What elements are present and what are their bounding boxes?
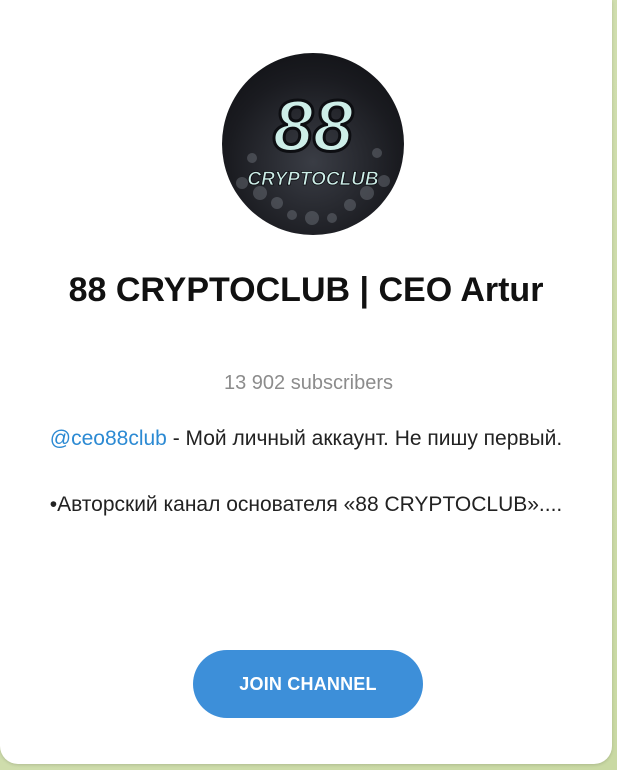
club-logo-icon: 88 CRYPTOCLUB [236,86,390,225]
logo-brand-text: CRYPTOCLUB [247,169,379,190]
join-channel-button[interactable]: JOIN CHANNEL [193,650,423,718]
channel-title: 88 CRYPTOCLUB | CEO Artur [68,271,544,309]
logo-number: 88 [273,87,353,167]
subscriber-count: 13 902 subscribers [224,372,393,394]
channel-description: @ceo88club - Мой личный аккаунт. Не пишу… [40,422,572,521]
author-handle-link[interactable]: @ceo88club [50,427,167,450]
description-line-1: @ceo88club - Мой личный аккаунт. Не пишу… [40,422,572,455]
description-line-2: •Авторский канал основателя «88 CRYPTOCL… [49,493,563,516]
channel-card: 88 CRYPTOCLUB 88 CRYPTOCLUB | CEO Artur … [0,0,612,764]
channel-avatar[interactable]: 88 CRYPTOCLUB [222,53,404,235]
description-text-1: - Мой личный аккаунт. Не пишу первый. [166,427,563,450]
